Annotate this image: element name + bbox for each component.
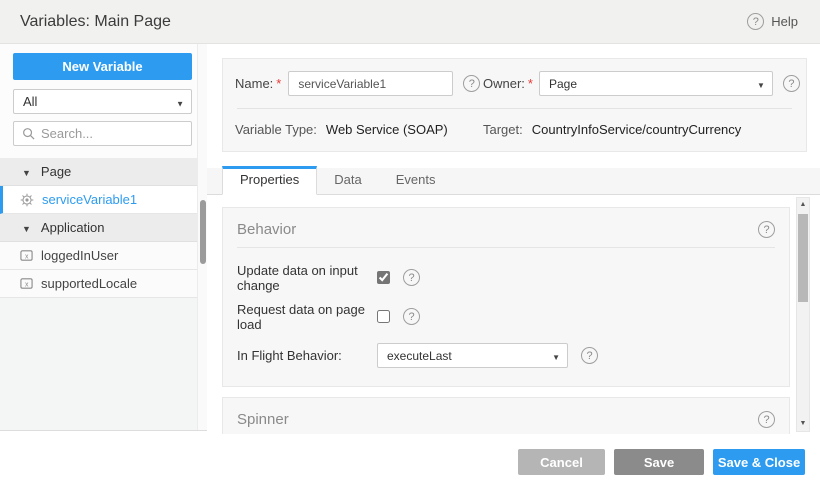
target-label: Target: bbox=[483, 122, 523, 137]
owner-select[interactable]: Page bbox=[539, 71, 773, 96]
request-onload-checkbox[interactable] bbox=[377, 310, 390, 323]
dialog-header: Variables: Main Page Help bbox=[0, 0, 820, 44]
content-scrollbar-thumb[interactable] bbox=[798, 214, 808, 302]
static-variable-icon: x bbox=[20, 249, 33, 262]
chevron-down-icon bbox=[176, 94, 184, 109]
variable-filter-value: All bbox=[23, 94, 37, 109]
svg-text:x: x bbox=[25, 282, 29, 289]
variable-filter-select[interactable]: All bbox=[13, 89, 192, 114]
inflight-behavior-label: In Flight Behavior: bbox=[237, 348, 377, 363]
property-row: In Flight Behavior: executeLast bbox=[237, 343, 775, 368]
sidebar-filler bbox=[0, 298, 197, 430]
behavior-help-icon[interactable] bbox=[758, 221, 775, 238]
inflight-behavior-value: executeLast bbox=[387, 349, 452, 363]
static-variable-icon: x bbox=[20, 277, 33, 290]
sidebar-scrollbar-thumb[interactable] bbox=[200, 200, 206, 264]
property-row: Update data on input change bbox=[237, 265, 775, 290]
variables-dialog: Variables: Main Page Help New Variable A… bbox=[0, 0, 820, 487]
search-input[interactable] bbox=[41, 126, 183, 141]
variables-tree: Page serviceVariable1 bbox=[0, 158, 197, 298]
tree-item-label: loggedInUser bbox=[41, 248, 118, 263]
web-service-icon bbox=[20, 193, 34, 207]
update-data-label: Update data on input change bbox=[237, 263, 377, 293]
chevron-down-icon bbox=[552, 349, 560, 363]
help-icon bbox=[747, 13, 764, 30]
collapse-caret-icon bbox=[22, 220, 31, 235]
required-marker: * bbox=[528, 76, 533, 91]
spinner-help-icon[interactable] bbox=[758, 411, 775, 428]
owner-help-icon[interactable] bbox=[783, 75, 800, 92]
spinner-section: Spinner bbox=[222, 397, 790, 434]
tree-group-label: Application bbox=[41, 220, 105, 235]
tab-properties[interactable]: Properties bbox=[222, 166, 317, 195]
chevron-down-icon bbox=[757, 77, 765, 91]
scroll-down-icon[interactable] bbox=[797, 418, 809, 430]
behavior-section: Behavior Update data on input change Req… bbox=[222, 207, 790, 387]
request-onload-label: Request data on page load bbox=[237, 302, 377, 332]
tree-group-label: Page bbox=[41, 164, 71, 179]
owner-select-value: Page bbox=[549, 77, 577, 91]
name-help-icon[interactable] bbox=[463, 75, 480, 92]
variable-type-value: Web Service (SOAP) bbox=[326, 122, 448, 137]
behavior-section-title: Behavior bbox=[237, 221, 296, 238]
variable-type-label: Variable Type: bbox=[235, 122, 317, 137]
new-variable-button[interactable]: New Variable bbox=[13, 53, 192, 80]
tab-data[interactable]: Data bbox=[317, 167, 378, 194]
tree-item-label: serviceVariable1 bbox=[42, 192, 137, 207]
spinner-section-title: Spinner bbox=[237, 411, 289, 428]
update-data-help-icon[interactable] bbox=[403, 269, 420, 286]
content-scrollbar[interactable] bbox=[796, 197, 810, 432]
svg-text:x: x bbox=[25, 254, 29, 261]
search-box bbox=[13, 121, 192, 146]
tree-group-application[interactable]: Application bbox=[0, 214, 197, 242]
property-row: Request data on page load bbox=[237, 304, 775, 329]
variables-sidebar: New Variable All Page bbox=[0, 44, 207, 431]
scroll-up-icon[interactable] bbox=[797, 199, 809, 211]
request-onload-help-icon[interactable] bbox=[403, 308, 420, 325]
target-value: CountryInfoService/countryCurrency bbox=[532, 122, 742, 137]
properties-panel: Behavior Update data on input change Req… bbox=[207, 195, 820, 434]
tree-item-servicevariable1[interactable]: serviceVariable1 bbox=[0, 186, 197, 214]
search-icon bbox=[22, 127, 35, 140]
tree-group-page[interactable]: Page bbox=[0, 158, 197, 186]
inflight-behavior-help-icon[interactable] bbox=[581, 347, 598, 364]
help-label: Help bbox=[771, 14, 798, 29]
sidebar-scrollbar[interactable] bbox=[197, 44, 207, 430]
variable-detail-panel: Name:* Owner:* Page bbox=[207, 44, 820, 437]
required-marker: * bbox=[276, 76, 281, 91]
dialog-body: New Variable All Page bbox=[0, 44, 820, 437]
detail-tabbar: Properties Data Events bbox=[207, 168, 820, 195]
help-button[interactable]: Help bbox=[747, 13, 798, 30]
tree-item-supportedlocale[interactable]: x supportedLocale bbox=[0, 270, 197, 298]
page-title: Variables: Main Page bbox=[20, 13, 171, 31]
tree-item-loggedinuser[interactable]: x loggedInUser bbox=[0, 242, 197, 270]
dialog-footer: Cancel Save Save & Close bbox=[0, 437, 820, 487]
save-close-button[interactable]: Save & Close bbox=[713, 449, 805, 475]
collapse-caret-icon bbox=[22, 164, 31, 179]
tree-item-label: supportedLocale bbox=[41, 276, 137, 291]
divider bbox=[237, 108, 792, 109]
owner-label: Owner:* bbox=[483, 76, 533, 91]
name-label: Name:* bbox=[235, 76, 281, 91]
tab-events[interactable]: Events bbox=[379, 167, 453, 194]
name-input[interactable] bbox=[288, 71, 453, 96]
update-data-checkbox[interactable] bbox=[377, 271, 390, 284]
inflight-behavior-select[interactable]: executeLast bbox=[377, 343, 568, 368]
save-button[interactable]: Save bbox=[614, 449, 704, 475]
variable-summary-card: Name:* Owner:* Page bbox=[222, 58, 807, 152]
cancel-button[interactable]: Cancel bbox=[518, 449, 605, 475]
